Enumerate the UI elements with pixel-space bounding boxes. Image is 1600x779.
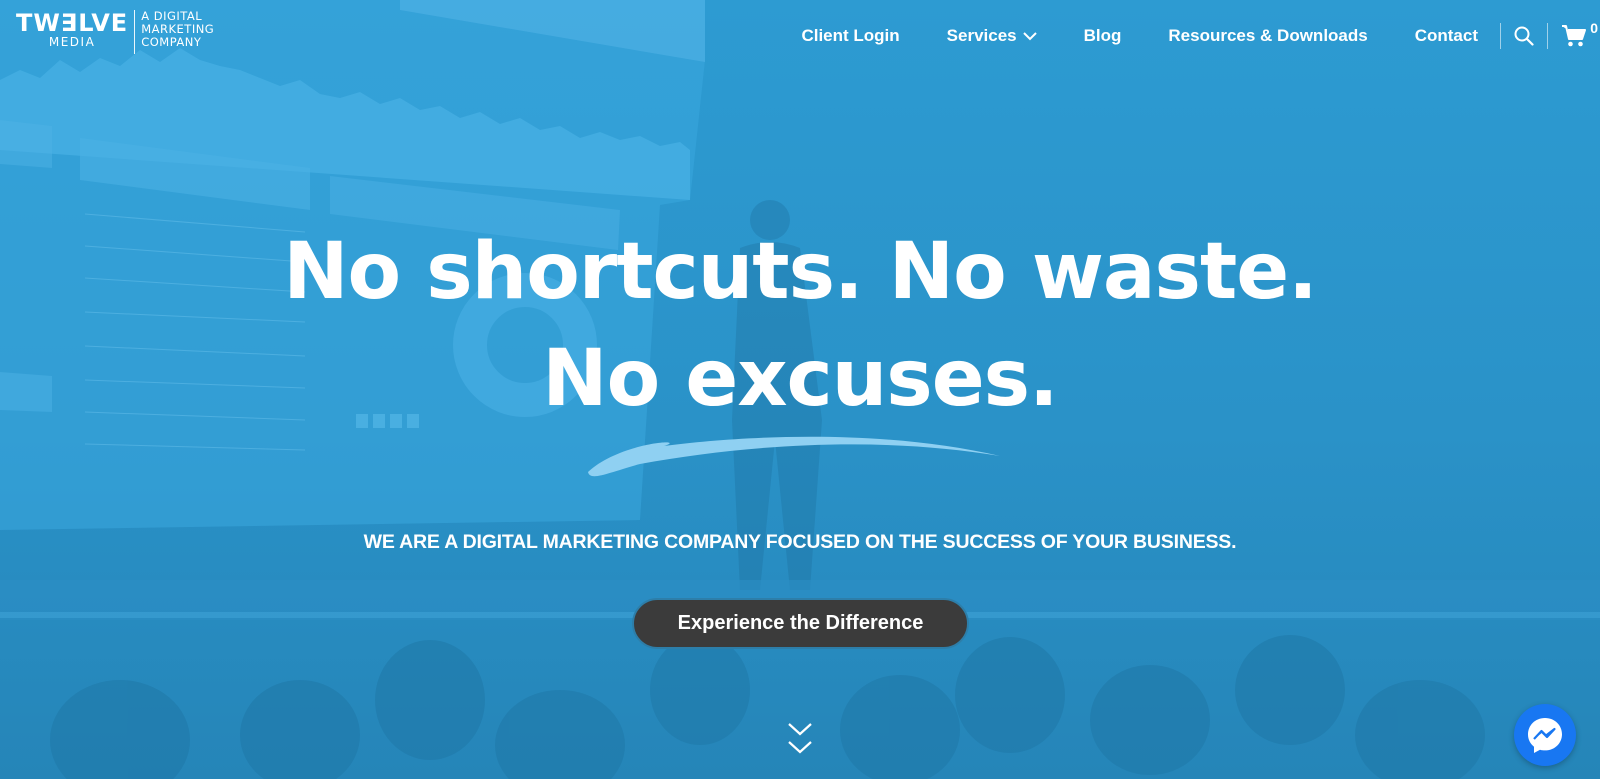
logo-tagline: A DIGITAL MARKETING COMPANY — [141, 10, 251, 49]
logo-divider — [134, 10, 136, 54]
experience-difference-button[interactable]: Experience the Difference — [632, 598, 969, 649]
nav-resources-downloads[interactable]: Resources & Downloads — [1168, 26, 1367, 46]
messenger-icon — [1528, 718, 1562, 753]
search-icon — [1514, 26, 1534, 46]
nav-services[interactable]: Services — [947, 26, 1037, 46]
search-button[interactable] — [1501, 22, 1547, 50]
hero-headline-line-1: No shortcuts. No waste. — [283, 227, 1318, 317]
cart-button[interactable]: 0 — [1548, 20, 1600, 50]
nav-contact[interactable]: Contact — [1415, 26, 1478, 46]
site-logo[interactable]: TW∃LVE MEDIA A DIGITAL MARKETING COMPANY — [16, 10, 251, 54]
chevron-down-icon — [1022, 31, 1037, 41]
cart-icon — [1562, 25, 1586, 47]
messenger-chat-button[interactable] — [1514, 704, 1576, 766]
logo-wordmark: TW∃LVE MEDIA — [16, 10, 128, 48]
cart-count: 0 — [1590, 20, 1598, 36]
logo-sub: MEDIA — [48, 35, 96, 49]
logo-word: TW∃LVE — [16, 9, 129, 37]
brush-swoosh-decoration — [588, 436, 1000, 477]
main-navigation: Client Login Services Blog Resources & D… — [801, 20, 1600, 50]
double-chevron-down-icon — [788, 723, 812, 754]
nav-client-login[interactable]: Client Login — [801, 26, 899, 46]
hero-tagline: WE ARE A DIGITAL MARKETING COMPANY FOCUS… — [363, 531, 1237, 553]
nav-services-label: Services — [946, 26, 1017, 45]
hero-headline-line-2: No excuses. — [542, 334, 1058, 424]
scroll-down-button[interactable] — [786, 720, 814, 765]
logo-tagline-line: COMPANY — [141, 35, 202, 49]
nav-blog[interactable]: Blog — [1084, 26, 1122, 46]
site-header: TW∃LVE MEDIA A DIGITAL MARKETING COMPANY… — [0, 0, 1600, 72]
